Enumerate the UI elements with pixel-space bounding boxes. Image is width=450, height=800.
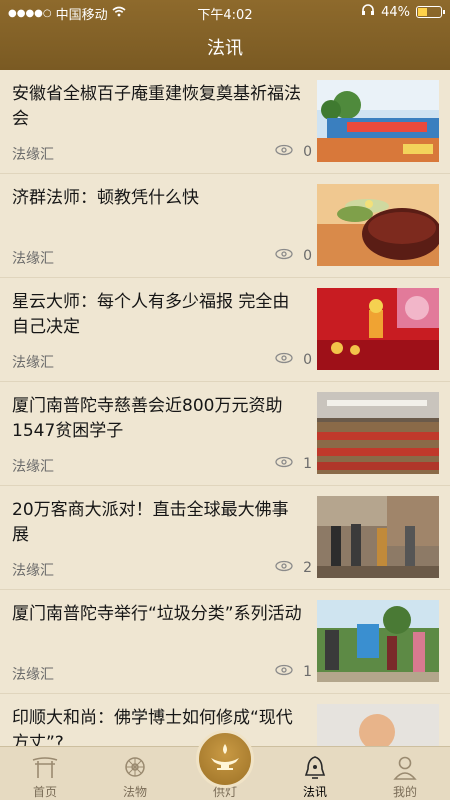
gate-icon: [32, 755, 58, 783]
article-title[interactable]: 20万客商大派对！直击全球最大佛事展: [12, 498, 302, 548]
article-title[interactable]: 厦门南普陀寺举行“垃圾分类”系列活动: [12, 602, 302, 627]
view-count-value: 2: [303, 560, 312, 576]
tab-label: 首页: [32, 785, 57, 799]
tab-label: 法讯: [302, 785, 327, 799]
lamp-offering-button[interactable]: [196, 730, 254, 788]
view-count: 0: [275, 248, 312, 264]
expo-crowd-photo[interactable]: [317, 496, 439, 578]
article-title[interactable]: 星云大师：每个人有多少福报 完全由自己决定: [12, 290, 302, 340]
article-item[interactable]: 星云大师：每个人有多少福报 完全由自己决定 法缘汇 0: [0, 278, 450, 382]
article-source: 法缘汇: [12, 355, 54, 371]
hall-meeting-photo[interactable]: [317, 392, 439, 474]
article-title[interactable]: 安徽省全椒百子庵重建恢复奠基祈福法会: [12, 82, 302, 132]
lantern-photo[interactable]: [317, 288, 439, 370]
view-count-value: 0: [303, 248, 312, 264]
outdoor-event-photo[interactable]: [317, 600, 439, 682]
eye-icon: [275, 560, 293, 576]
tab-home[interactable]: 首页: [0, 747, 90, 800]
tab-label: 我的: [392, 785, 417, 799]
lamp-icon: [208, 742, 242, 776]
article-item[interactable]: 20万客商大派对！直击全球最大佛事展 法缘汇 2: [0, 486, 450, 590]
eye-icon: [275, 664, 293, 680]
article-list[interactable]: 安徽省全椒百子庵重建恢复奠基祈福法会 法缘汇 0 济群法师：顿教凭什么快 法缘汇: [0, 70, 450, 746]
top-bar: ●●●●○ 中国移动 下午4:02 44% 法讯: [0, 0, 450, 70]
article-title[interactable]: 厦门南普陀寺慈善会近800万元资助1547贫困学子: [12, 394, 302, 444]
article-source: 法缘汇: [12, 563, 54, 579]
view-count: 0: [275, 144, 312, 160]
battery-percent: 44%: [381, 4, 410, 20]
article-source: 法缘汇: [12, 251, 54, 267]
tab-label: 法物: [122, 785, 147, 799]
article-source: 法缘汇: [12, 147, 54, 163]
tab-news[interactable]: 法讯: [270, 747, 360, 800]
battery-icon: [416, 6, 445, 18]
wheel-icon: [123, 755, 147, 783]
view-count-value: 1: [303, 664, 312, 680]
status-bar: ●●●●○ 中国移动 下午4:02 44%: [0, 0, 450, 24]
headphones-icon: [361, 4, 375, 20]
view-count: 2: [275, 560, 312, 576]
page-title: 法讯: [207, 38, 243, 59]
lotus-bowl-photo[interactable]: [317, 184, 439, 266]
eye-icon: [275, 248, 293, 264]
article-source: 法缘汇: [12, 459, 54, 475]
article-item[interactable]: 厦门南普陀寺慈善会近800万元资助1547贫困学子 法缘汇 1: [0, 382, 450, 486]
view-count: 1: [275, 456, 312, 472]
article-title[interactable]: 济群法师：顿教凭什么快: [12, 186, 302, 211]
article-title[interactable]: 印顺大和尚：佛学博士如何修成“现代方丈”?: [12, 706, 302, 746]
article-item[interactable]: 安徽省全椒百子庵重建恢复奠基祈福法会 法缘汇 0: [0, 70, 450, 174]
view-count-value: 0: [303, 144, 312, 160]
article-item[interactable]: 济群法师：顿教凭什么快 法缘汇 0: [0, 174, 450, 278]
article-item[interactable]: 厦门南普陀寺举行“垃圾分类”系列活动 法缘汇 1: [0, 590, 450, 694]
view-count-value: 0: [303, 352, 312, 368]
eye-icon: [275, 456, 293, 472]
article-source: 法缘汇: [12, 667, 54, 683]
view-count: 1: [275, 664, 312, 680]
view-count-value: 1: [303, 456, 312, 472]
ceremony-photo[interactable]: [317, 80, 439, 162]
person-icon: [393, 755, 417, 783]
eye-icon: [275, 352, 293, 368]
eye-icon: [275, 144, 293, 160]
tab-items[interactable]: 法物: [90, 747, 180, 800]
monk-portrait-photo[interactable]: [317, 704, 439, 746]
view-count: 0: [275, 352, 312, 368]
bell-icon: [304, 755, 326, 783]
tab-mine[interactable]: 我的: [360, 747, 450, 800]
